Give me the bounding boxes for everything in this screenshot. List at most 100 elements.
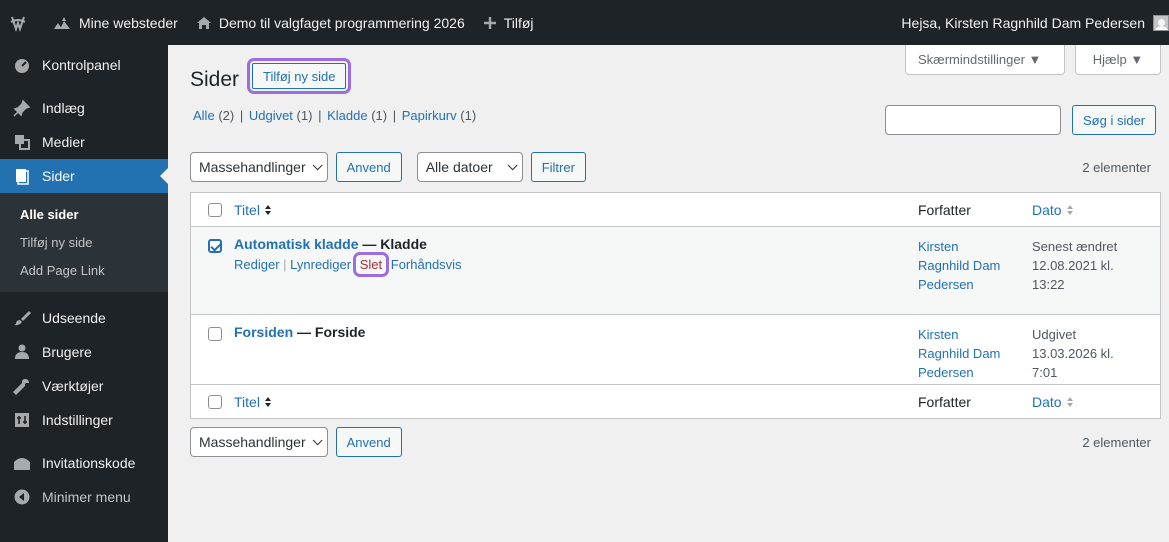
site-name-menu[interactable]: Demo til valgfaget programmering 2026 [187,0,474,45]
apply-bulk-button[interactable]: Anvend [335,427,402,457]
filter-all-link[interactable]: Alle [193,108,215,123]
author-link[interactable]: Pedersen [918,275,1032,294]
author-column-header: Forfatter [918,201,971,218]
date-filter-select[interactable]: Alle datoer [416,152,523,182]
sidebar-item-tools[interactable]: Værktøjer [0,369,168,403]
author-link[interactable]: Ragnhild Dam [918,256,1032,275]
submenu-all-pages[interactable]: Alle sider [0,200,168,228]
items-count: 2 elementer [1082,159,1151,175]
author-link[interactable]: Ragnhild Dam [918,344,1032,363]
time-value: 13:22 [1032,277,1065,292]
bulk-actions-select[interactable]: Massehandlinger [190,152,328,182]
filter-draft-count: (1) [371,108,388,123]
author-link[interactable]: Kirsten [918,325,1032,344]
search-pages-button[interactable]: Søg i sider [1072,105,1157,135]
sidebar-item-label: Værktøjer [42,378,104,394]
page-title-text: Sider [190,68,240,91]
wrench-icon [12,376,32,396]
new-content-menu[interactable]: Tilføj [474,0,543,45]
add-new-page-button[interactable]: Tilføj ny side [246,58,352,94]
filter-published-count: (1) [296,108,313,123]
dashboard-icon [12,55,32,75]
settings-icon [12,410,32,430]
greeting-label: Hejsa, Kirsten Ragnhild Dam Pedersen [901,14,1145,31]
row-checkbox[interactable] [207,239,222,253]
avatar [1153,14,1169,31]
status-filter-links: Alle (2) | Udgivet (1) | Kladde (1) | Pa… [193,108,476,123]
author-link[interactable]: Pedersen [918,363,1032,382]
collapse-menu-button[interactable]: Minimer menu [0,480,168,514]
row-state-label: — Kladde [362,236,427,252]
date-column-sort-link[interactable]: Dato [1032,202,1062,218]
sort-icon [1066,204,1073,215]
author-link[interactable]: Kirsten [918,237,1032,256]
bulk-actions-value: Massehandlinger [199,159,306,175]
row-checkbox[interactable] [207,327,222,341]
title-column-sort-link[interactable]: Titel [234,202,260,218]
table-row: Automatisk kladde — Kladde Rediger | Lyn… [191,227,1160,315]
pages-submenu: Alle sider Tilføj ny side Add Page Link [0,193,168,292]
filter-separator: | [318,108,322,123]
filter-button[interactable]: Filtrer [530,152,586,182]
chevron-down-icon [507,159,518,170]
select-all-checkbox[interactable] [207,202,222,217]
sidebar-item-label: Minimer menu [42,489,131,505]
my-sites-label: Mine websteder [79,14,178,31]
select-all-checkbox[interactable] [207,394,222,409]
row-title-link[interactable]: Automatisk kladde [234,236,358,252]
sidebar-item-invitation-code[interactable]: Invitationskode [0,446,168,480]
submenu-add-page-link[interactable]: Add Page Link [0,256,168,284]
screen-options-button[interactable]: Skærmindstillinger ▼ [905,45,1065,75]
my-account-menu[interactable]: Hejsa, Kirsten Ragnhild Dam Pedersen [892,0,1169,45]
date-filter-value: Alle datoer [425,159,493,175]
my-sites-menu[interactable]: Mine websteder [43,0,187,45]
pages-table: Titel Forfatter Dato Automatisk kladde —… [190,192,1161,419]
sidebar-item-users[interactable]: Brugere [0,335,168,369]
apply-bulk-button[interactable]: Anvend [335,152,402,182]
sites-icon [52,15,72,31]
sidebar-item-label: Brugere [42,344,92,360]
admin-sidebar: Kontrolpanel Indlæg Medier Sider Alle si… [0,45,168,542]
table-header: Titel Forfatter Dato [191,193,1160,227]
row-state-label: — Forside [297,324,366,340]
sidebar-item-label: Kontrolpanel [42,57,121,73]
items-count: 2 elementer [1082,434,1151,450]
preview-link[interactable]: Forhåndsvis [391,257,462,272]
submenu-add-new-page[interactable]: Tilføj ny side [0,228,168,256]
help-button[interactable]: Hjælp ▼ [1075,45,1161,75]
title-column-sort-link[interactable]: Titel [234,394,260,410]
site-name-label: Demo til valgfaget programmering 2026 [218,14,465,31]
sidebar-item-dashboard[interactable]: Kontrolpanel [0,48,168,82]
sort-icon [1066,396,1073,407]
search-input[interactable] [885,105,1061,135]
sidebar-item-label: Invitationskode [42,455,136,471]
quick-edit-link[interactable]: Lynrediger [290,257,351,272]
filter-trash-link[interactable]: Papirkurv [402,108,457,123]
bulk-actions-value: Massehandlinger [199,434,306,450]
row-actions: Rediger | Lynrediger Slet Forhåndsvis [234,252,462,277]
sidebar-item-pages[interactable]: Sider [0,159,168,193]
sidebar-item-media[interactable]: Medier [0,125,168,159]
bulk-actions-select[interactable]: Massehandlinger [190,427,328,457]
filter-draft-link[interactable]: Kladde [327,108,367,123]
edit-link[interactable]: Rediger [234,257,280,272]
plus-icon [483,16,497,30]
sidebar-item-posts[interactable]: Indlæg [0,91,168,125]
time-value: 7:01 [1032,365,1058,380]
date-column-sort-link[interactable]: Dato [1032,394,1062,410]
sort-icon [264,396,271,407]
sidebar-item-settings[interactable]: Indstillinger [0,403,168,437]
filter-separator: | [392,108,397,123]
date-value: 12.08.2021 kl. [1032,258,1114,273]
trash-link[interactable]: Slet [352,252,390,277]
row-title-link[interactable]: Forsiden [234,324,293,340]
invite-icon [12,453,32,473]
sidebar-item-label: Medier [42,134,85,150]
filter-published-link[interactable]: Udgivet [249,108,293,123]
sidebar-item-label: Sider [42,168,75,184]
collapse-icon [12,487,32,507]
sidebar-item-appearance[interactable]: Udseende [0,301,168,335]
wordpress-logo-button[interactable] [0,0,43,45]
sidebar-item-label: Indstillinger [42,412,113,428]
pin-icon [12,98,32,118]
